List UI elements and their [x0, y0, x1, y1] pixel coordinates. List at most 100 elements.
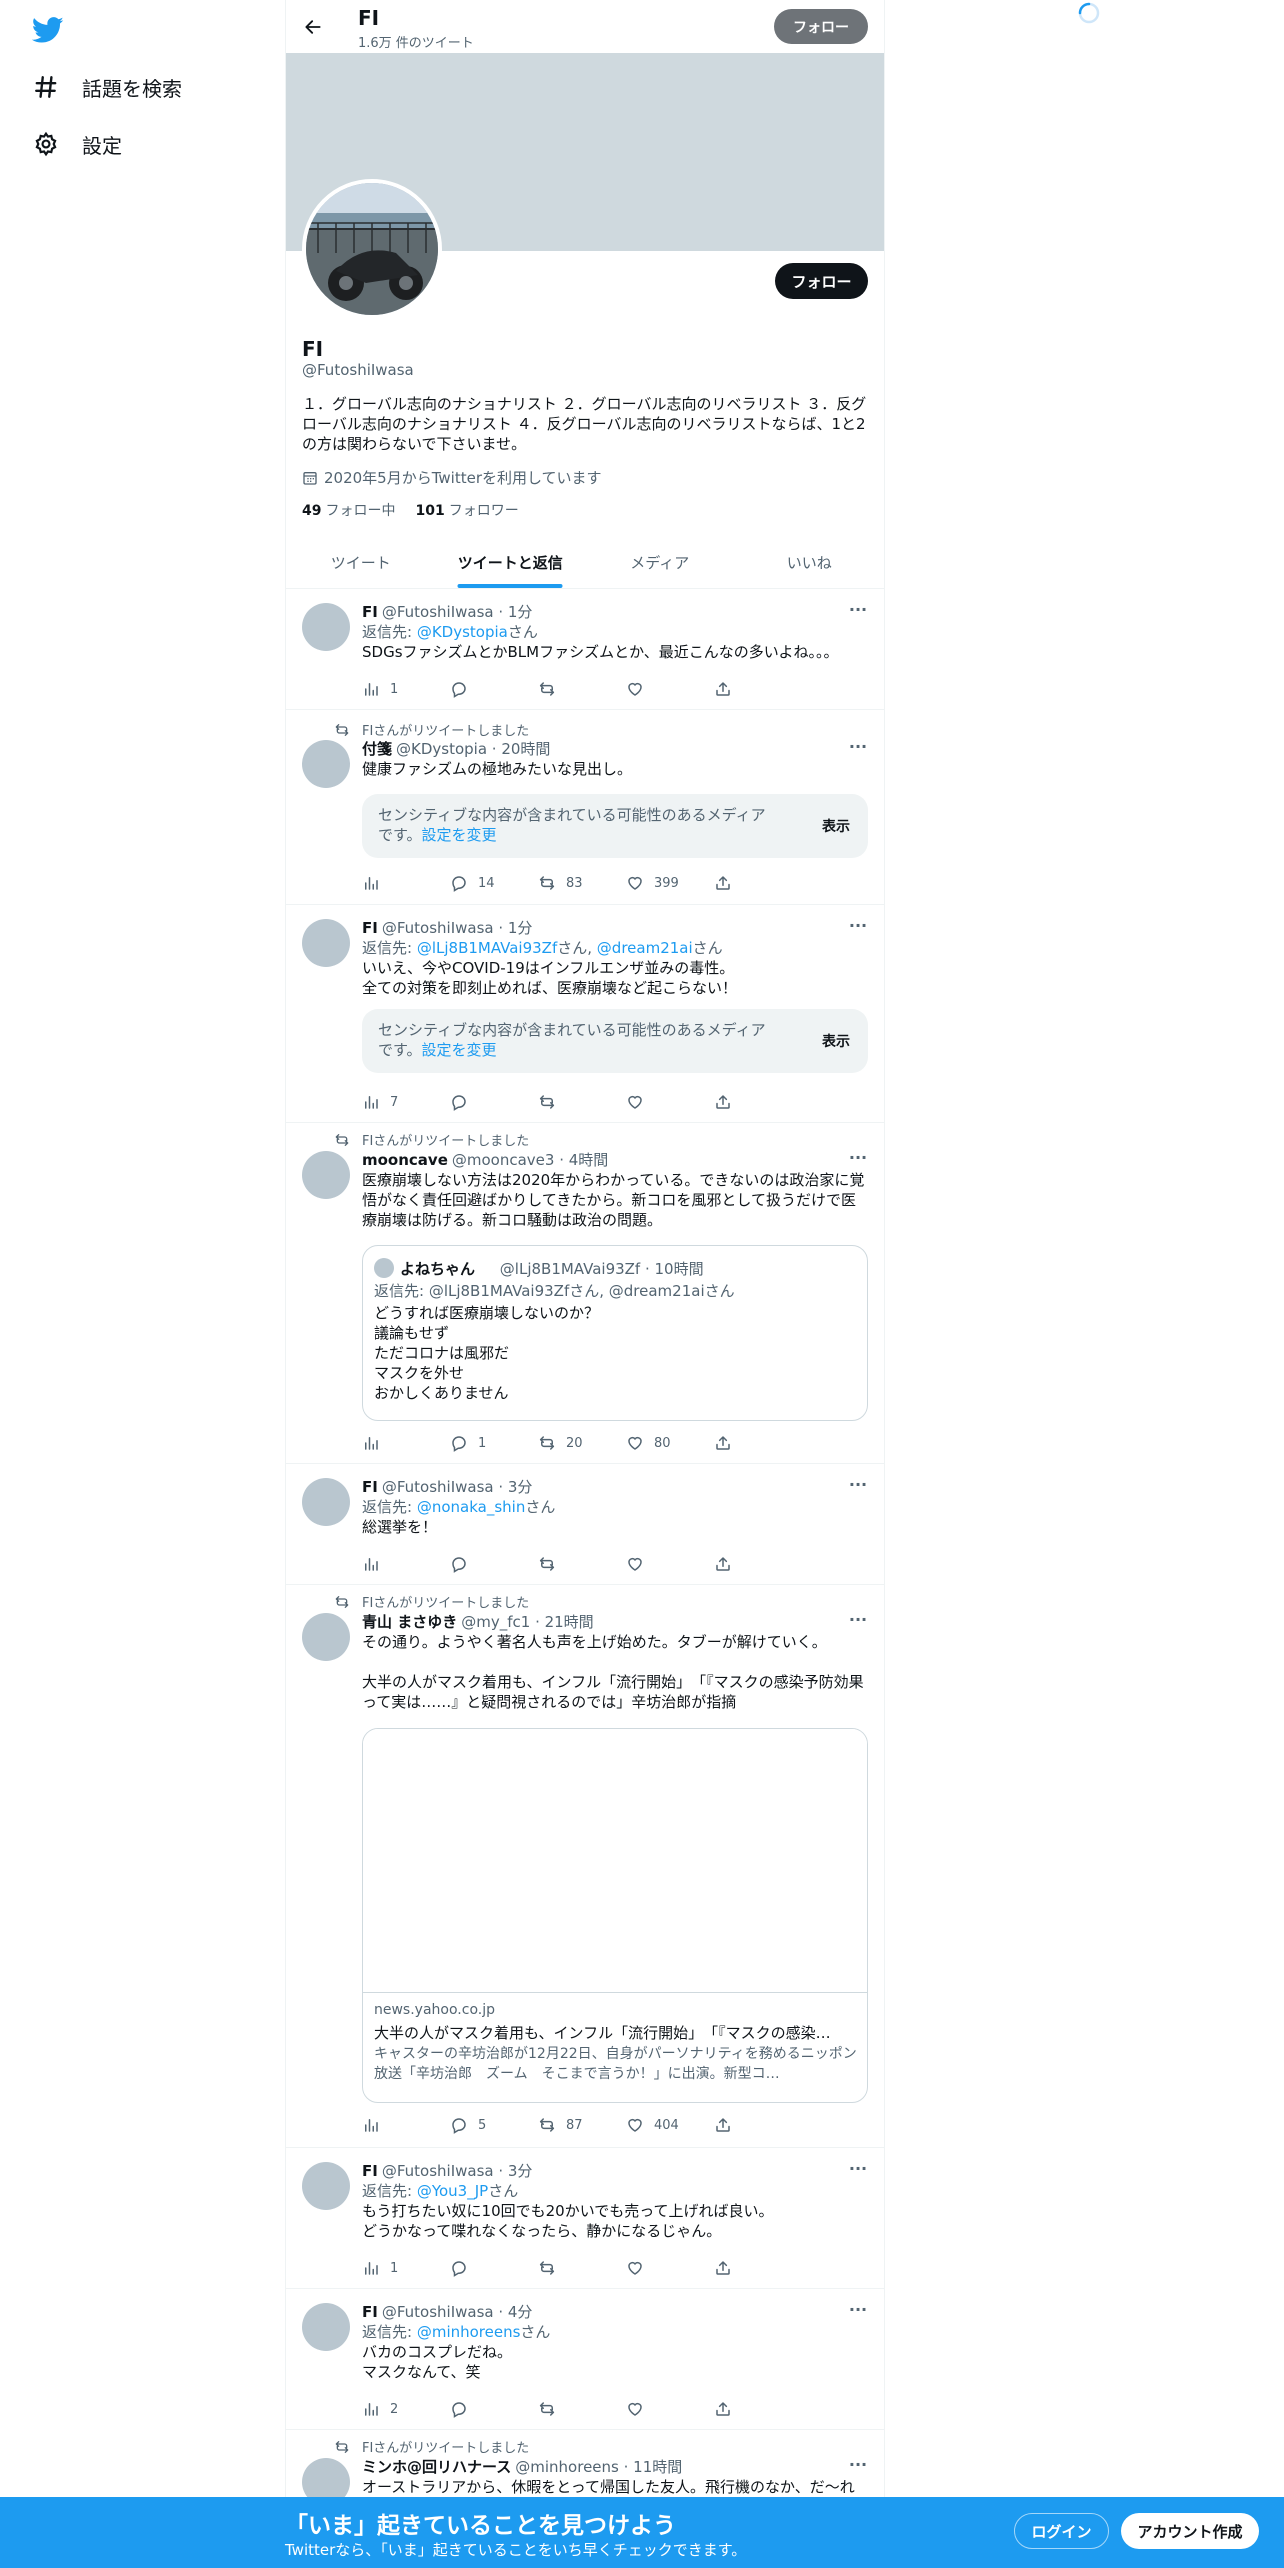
- views-action[interactable]: 2: [362, 2399, 450, 2419]
- twitter-logo-icon[interactable]: [32, 14, 64, 46]
- retweets-action[interactable]: [538, 679, 626, 699]
- tweet-avatar[interactable]: [302, 2162, 350, 2210]
- reply-to-link[interactable]: @lLj8B1MAVai93Zf: [417, 939, 557, 957]
- reply-to-link[interactable]: @KDystopia: [417, 623, 508, 641]
- tweet-avatar[interactable]: [302, 919, 350, 967]
- replies-action[interactable]: [450, 679, 538, 699]
- tab-media[interactable]: メディア: [585, 536, 735, 588]
- retweets-action[interactable]: [538, 1092, 626, 1112]
- tab-tweets[interactable]: ツイート: [286, 536, 436, 588]
- reply-to-link[interactable]: @minhoreens: [417, 2323, 521, 2341]
- link-card[interactable]: news.yahoo.co.jp 大半の人がマスク着用も、インフル「流行開始」 …: [362, 1728, 868, 2103]
- views-chart-icon: [362, 680, 380, 698]
- tweet-avatar[interactable]: [302, 740, 350, 788]
- login-button[interactable]: ログイン: [1014, 2513, 1109, 2549]
- replies-action[interactable]: [450, 1554, 538, 1574]
- tweet-author-name[interactable]: FI: [362, 919, 378, 937]
- tweet-author-name[interactable]: ミンホ@回リハナース: [362, 2456, 511, 2477]
- replies-action[interactable]: [450, 2258, 538, 2278]
- followers-link[interactable]: 101 フォロワー: [415, 500, 518, 520]
- retweets-action[interactable]: [538, 1554, 626, 1574]
- show-media-button[interactable]: 表示: [822, 816, 850, 836]
- likes-action[interactable]: [626, 2258, 714, 2278]
- share-action[interactable]: [714, 1092, 802, 1112]
- replies-action[interactable]: 5: [450, 2115, 538, 2135]
- retweets-action[interactable]: [538, 2399, 626, 2419]
- likes-action[interactable]: 80: [626, 1433, 714, 1453]
- retweets-action[interactable]: 87: [538, 2115, 626, 2135]
- tweet[interactable]: ··· FI @FutoshiIwasa · 3分 返信先: @You3_JPさん…: [286, 2148, 884, 2289]
- tweet[interactable]: FIさんがリツイートしました ··· 青山 まさゆき @my_fc1 · 21時間…: [286, 1585, 884, 2148]
- share-action[interactable]: [714, 679, 802, 699]
- change-settings-link[interactable]: 設定を変更: [422, 1041, 497, 1059]
- tweet-author-name[interactable]: FI: [362, 2162, 378, 2180]
- share-action[interactable]: [714, 873, 802, 893]
- views-action[interactable]: 1: [362, 679, 450, 699]
- views-chart-icon: [362, 2259, 380, 2277]
- tweet-author-name[interactable]: 青山 まさゆき: [362, 1611, 457, 1632]
- replies-action[interactable]: [450, 2399, 538, 2419]
- reply-to-link[interactable]: @You3_JP: [417, 2182, 488, 2200]
- retweets-action[interactable]: 83: [538, 873, 626, 893]
- share-action[interactable]: [714, 1554, 802, 1574]
- views-action[interactable]: [362, 1554, 450, 1574]
- likes-action[interactable]: [626, 2399, 714, 2419]
- views-action[interactable]: 1: [362, 2258, 450, 2278]
- tweet-author-name[interactable]: 付箋: [362, 738, 392, 759]
- replies-action[interactable]: [450, 1092, 538, 1112]
- tweet-author-name[interactable]: FI: [362, 1478, 378, 1496]
- tweet[interactable]: ··· FI @FutoshiIwasa · 1分 返信先: @KDystopia…: [286, 589, 884, 710]
- views-action[interactable]: [362, 1433, 450, 1453]
- tweet[interactable]: ··· FI @FutoshiIwasa · 1分 返信先: @lLj8B1MAV…: [286, 905, 884, 1123]
- share-action[interactable]: [714, 2399, 802, 2419]
- share-action[interactable]: [714, 2258, 802, 2278]
- views-action[interactable]: 7: [362, 1092, 450, 1112]
- header-follow-button[interactable]: フォロー: [774, 9, 868, 44]
- retweets-action[interactable]: 20: [538, 1433, 626, 1453]
- back-button[interactable]: [296, 10, 330, 44]
- likes-action[interactable]: [626, 1092, 714, 1112]
- tweet[interactable]: FIさんがリツイートしました ··· mooncave @mooncave3 · …: [286, 1123, 884, 1464]
- reply-icon: [450, 2400, 468, 2418]
- likes-count: 404: [654, 2117, 679, 2133]
- reply-to-link[interactable]: @dream21ai: [597, 939, 693, 957]
- tweet-avatar[interactable]: [302, 1151, 350, 1199]
- likes-action[interactable]: 404: [626, 2115, 714, 2135]
- retweets-action[interactable]: [538, 2258, 626, 2278]
- tweet-author-name[interactable]: FI: [362, 603, 378, 621]
- views-action[interactable]: [362, 2115, 450, 2135]
- tweet[interactable]: ··· FI @FutoshiIwasa · 3分 返信先: @nonaka_sh…: [286, 1464, 884, 1585]
- retweet-indicator: FIさんがリツイートしました: [334, 720, 529, 739]
- tab-likes[interactable]: いいね: [735, 536, 885, 588]
- tweet-avatar[interactable]: [302, 2303, 350, 2351]
- tweet[interactable]: FIさんがリツイートしました ··· 付箋 @KDystopia · 20時間 健…: [286, 710, 884, 905]
- follow-button[interactable]: フォロー: [775, 263, 868, 299]
- show-media-button[interactable]: 表示: [822, 1031, 850, 1051]
- replies-count: 14: [478, 875, 495, 891]
- following-link[interactable]: 49 フォロー中: [302, 500, 395, 520]
- replies-action[interactable]: 14: [450, 873, 538, 893]
- share-action[interactable]: [714, 2115, 802, 2135]
- tab-tweets-and-replies[interactable]: ツイートと返信: [436, 536, 586, 588]
- views-chart-icon: [362, 2116, 380, 2134]
- reply-to-link[interactable]: @nonaka_shin: [417, 1498, 526, 1516]
- tweet-reply-to: 返信先: @nonaka_shinさん: [362, 1498, 556, 1516]
- sidebar-item-explore[interactable]: 話題を検索: [32, 62, 182, 112]
- sidebar-item-settings[interactable]: 設定: [32, 119, 122, 169]
- quoted-tweet[interactable]: よねちゃん @lLj8B1MAVai93Zf · 10時間 返信先: @lLj8…: [362, 1245, 868, 1421]
- change-settings-link[interactable]: 設定を変更: [422, 826, 497, 844]
- tweet-author-name[interactable]: FI: [362, 2303, 378, 2321]
- share-action[interactable]: [714, 1433, 802, 1453]
- signup-button[interactable]: アカウント作成: [1121, 2513, 1259, 2549]
- likes-action[interactable]: [626, 679, 714, 699]
- views-action[interactable]: [362, 873, 450, 893]
- tweet[interactable]: ··· FI @FutoshiIwasa · 4分 返信先: @minhoreen…: [286, 2289, 884, 2430]
- tweet-avatar[interactable]: [302, 1613, 350, 1661]
- tweet-avatar[interactable]: [302, 1478, 350, 1526]
- profile-avatar[interactable]: [302, 179, 442, 319]
- likes-action[interactable]: [626, 1554, 714, 1574]
- replies-action[interactable]: 1: [450, 1433, 538, 1453]
- likes-action[interactable]: 399: [626, 873, 714, 893]
- tweet-author-name[interactable]: mooncave: [362, 1151, 448, 1169]
- tweet-avatar[interactable]: [302, 603, 350, 651]
